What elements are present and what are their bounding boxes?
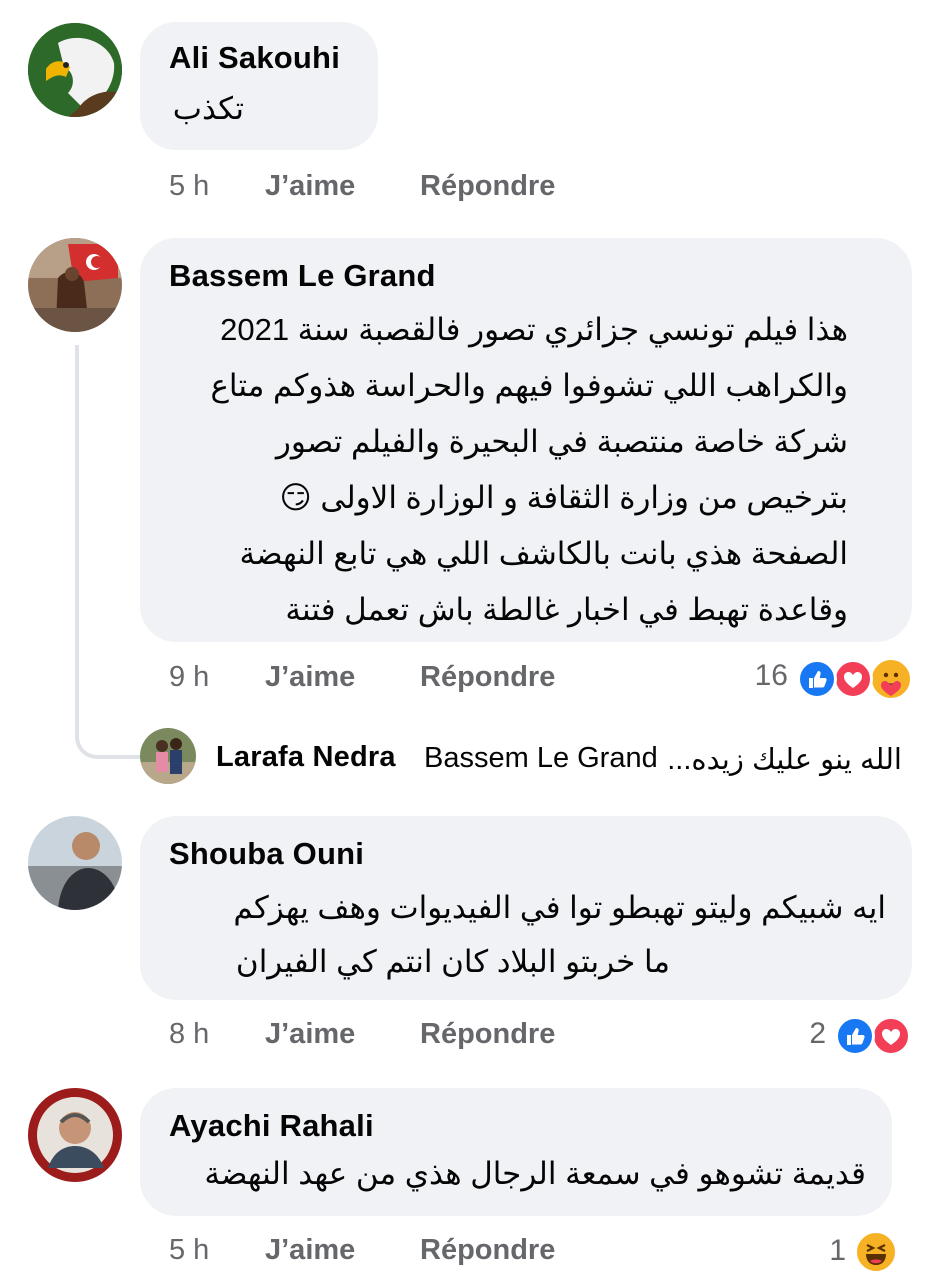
comment-text: قديمة تشوهو في سمعة الرجال هذي من عهد ال… — [204, 1156, 866, 1191]
comment-text: تكذب — [172, 91, 244, 126]
family-avatar-image — [140, 728, 196, 784]
avatar[interactable] — [28, 816, 122, 910]
comment-text-line: بترخيص من وزارة الثقافة و الوزارة الاولى… — [279, 480, 848, 515]
comment-text-line: الصفحة هذي بانت بالكاشف اللي هي تابع الن… — [239, 536, 848, 571]
comment-text-line: ما خربتو البلاد كان انتم كي الفيران — [235, 944, 670, 979]
comment-text-line: هذا فيلم تونسي جزائري تصور فالقصبة سنة 2… — [220, 312, 848, 347]
like-button[interactable]: J’aime — [265, 1018, 355, 1051]
avatar[interactable] — [28, 1088, 122, 1182]
avatar[interactable] — [28, 23, 122, 117]
warrior-avatar-image — [28, 238, 122, 332]
reply-thread-line — [75, 345, 143, 759]
like-button[interactable]: J’aime — [265, 661, 355, 694]
care-icon[interactable] — [869, 657, 913, 701]
comment-time[interactable]: 5 h — [169, 170, 209, 203]
comment-text-line: ايه شبيكم وليتو تهبطو توا في الفيديوات و… — [233, 890, 886, 925]
avatar[interactable] — [140, 728, 196, 784]
like-button[interactable]: J’aime — [265, 170, 355, 203]
haha-icon[interactable] — [854, 1230, 898, 1274]
avatar[interactable] — [28, 238, 122, 332]
comment-text-line: شركة خاصة منتصبة في البحيرة والفيلم تصور — [275, 424, 848, 459]
comment-author[interactable]: Bassem Le Grand — [169, 258, 436, 294]
like-icon[interactable] — [797, 659, 837, 699]
reply-button[interactable]: Répondre — [420, 661, 555, 694]
person-beach-avatar-image — [28, 816, 122, 910]
reply-button[interactable]: Répondre — [420, 1234, 555, 1267]
comment-author[interactable]: Ali Sakouhi — [169, 40, 340, 76]
reaction-count[interactable]: 2 — [809, 1017, 826, 1051]
reply-author[interactable]: Larafa Nedra — [216, 741, 396, 774]
reaction-count[interactable]: 16 — [755, 659, 788, 693]
comment-time[interactable]: 9 h — [169, 661, 209, 694]
reaction-count[interactable]: 1 — [829, 1234, 846, 1268]
like-icon[interactable] — [835, 1016, 875, 1056]
eagle-avatar-image — [28, 23, 122, 117]
reply-button[interactable]: Répondre — [420, 170, 555, 203]
reply-mention[interactable]: Bassem Le Grand — [424, 742, 658, 775]
comment-time[interactable]: 5 h — [169, 1234, 209, 1267]
reply-button[interactable]: Répondre — [420, 1018, 555, 1051]
love-icon[interactable] — [871, 1016, 911, 1056]
comment-text-line: والكراهب اللي تشوفوا فيهم والحراسة هذوكم… — [210, 368, 848, 403]
reply-preview-text[interactable]: الله ينو عليك زيده... — [667, 742, 902, 777]
comment-author[interactable]: Shouba Ouni — [169, 836, 364, 872]
comment-text-line: وقاعدة تهبط في اخبار غالطة باش تعمل فتنة — [285, 592, 848, 627]
like-button[interactable]: J’aime — [265, 1234, 355, 1267]
man-framed-avatar-image — [28, 1088, 122, 1182]
love-icon[interactable] — [833, 659, 873, 699]
comment-time[interactable]: 8 h — [169, 1018, 209, 1051]
comment-author[interactable]: Ayachi Rahali — [169, 1108, 374, 1144]
